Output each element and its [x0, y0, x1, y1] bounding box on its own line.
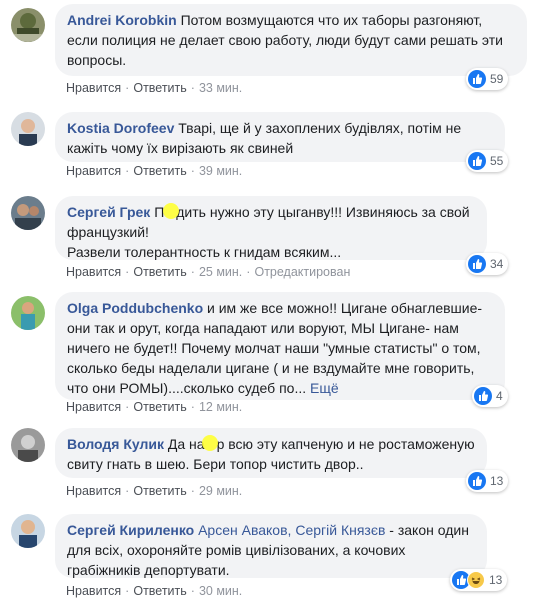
comment-bubble: Kostia Dorofeev Тварі, ще й у захоплених…: [55, 112, 505, 162]
reaction-count: 55: [490, 154, 504, 168]
comment-author[interactable]: Володя Кулик: [67, 436, 164, 452]
like-icon: [468, 255, 486, 273]
separator-dot: ·: [190, 484, 195, 498]
separator-dot: ·: [125, 584, 130, 598]
reaction-summary[interactable]: 59: [466, 68, 509, 90]
comment-actions: Нравится · Ответить · 30 мин.: [66, 584, 242, 598]
like-link[interactable]: Нравится: [66, 400, 121, 414]
like-link[interactable]: Нравится: [66, 484, 121, 498]
separator-dot: ·: [190, 584, 195, 598]
comment-bubble: Olga Poddubchenko и им же все можно!! Ци…: [55, 292, 505, 400]
comment-text-part: Да на: [167, 436, 205, 452]
avatar[interactable]: [11, 8, 45, 42]
like-link[interactable]: Нравится: [66, 584, 121, 598]
separator-dot: ·: [190, 400, 195, 414]
separator-dot: ·: [125, 400, 130, 414]
redaction-mark: [202, 435, 218, 451]
separator-dot: ·: [246, 265, 251, 279]
comment-author[interactable]: Andrei Korobkin: [67, 12, 177, 28]
like-link[interactable]: Нравится: [66, 164, 121, 178]
separator-dot: ·: [190, 81, 195, 95]
comment-actions: Нравится · Ответить · 39 мин.: [66, 164, 242, 178]
separator-dot: ·: [190, 164, 195, 178]
edited-label[interactable]: Отредактирован: [254, 265, 350, 279]
reply-link[interactable]: Ответить: [133, 265, 186, 279]
reaction-summary[interactable]: 4: [472, 385, 508, 407]
reaction-summary[interactable]: 55: [466, 150, 509, 172]
reaction-count: 13: [489, 573, 503, 587]
avatar[interactable]: [11, 514, 45, 548]
comment-actions: Нравится · Ответить · 33 мин.: [66, 81, 242, 95]
separator-dot: ·: [125, 265, 130, 279]
comment-bubble: Andrei Korobkin Потом возмущаются что их…: [55, 4, 527, 76]
comment-actions: Нравится · Ответить · 25 мин. · Отредактирован: [66, 265, 350, 279]
mention-link[interactable]: Сергій Князєв: [295, 522, 385, 538]
reaction-count: 59: [490, 72, 504, 86]
comment-time[interactable]: 30 мин.: [199, 584, 242, 598]
separator-dot: ·: [125, 81, 130, 95]
reaction-summary[interactable]: 34: [466, 253, 509, 275]
reaction-summary[interactable]: 13: [466, 470, 509, 492]
redaction-mark: [163, 203, 179, 219]
avatar[interactable]: [11, 296, 45, 330]
comment-bubble: Володя Кулик Да на р всю эту капченую и н…: [55, 428, 487, 478]
avatar[interactable]: [11, 112, 45, 146]
reply-link[interactable]: Ответить: [133, 400, 186, 414]
comment-time[interactable]: 29 мин.: [199, 484, 242, 498]
like-icon: [474, 387, 492, 405]
mention-link[interactable]: Арсен Аваков: [198, 522, 287, 538]
avatar[interactable]: [11, 428, 45, 462]
reaction-summary[interactable]: 13: [450, 569, 508, 591]
like-icon: [468, 152, 486, 170]
comment-author[interactable]: Olga Poddubchenko: [67, 300, 203, 316]
comment-time[interactable]: 33 мин.: [199, 81, 242, 95]
comment-author[interactable]: Kostia Dorofeev: [67, 120, 174, 136]
separator-dot: ·: [190, 265, 195, 279]
comment-author[interactable]: Сергей Грек: [67, 204, 150, 220]
reply-link[interactable]: Ответить: [133, 584, 186, 598]
separator-dot: ·: [125, 164, 130, 178]
comment-time[interactable]: 39 мин.: [199, 164, 242, 178]
reaction-count: 34: [490, 257, 504, 271]
reply-link[interactable]: Ответить: [133, 81, 186, 95]
comment-time[interactable]: 12 мин.: [199, 400, 242, 414]
comment-bubble: Сергей Грек Пдить нужно эту цыганву!!! И…: [55, 196, 487, 260]
see-more-link[interactable]: Ещё: [310, 380, 339, 396]
reply-link[interactable]: Ответить: [133, 164, 186, 178]
like-icon: [468, 70, 486, 88]
like-icon: [468, 472, 486, 490]
comment-actions: Нравится · Ответить · 29 мин.: [66, 484, 242, 498]
avatar[interactable]: [11, 196, 45, 230]
haha-icon: [467, 571, 485, 589]
comment-bubble: Сергей Кириленко Арсен Аваков, Сергій Кн…: [55, 514, 487, 578]
separator-dot: ·: [125, 484, 130, 498]
comment-actions: Нравится · Ответить · 12 мин.: [66, 400, 242, 414]
like-link[interactable]: Нравится: [66, 81, 121, 95]
like-link[interactable]: Нравится: [66, 265, 121, 279]
comment-time[interactable]: 25 мин.: [199, 265, 242, 279]
reaction-count: 13: [490, 474, 504, 488]
comment-text: Развели толерантность к гнидам всяким...: [67, 244, 342, 260]
comment-author[interactable]: Сергей Кириленко: [67, 522, 194, 538]
reaction-count: 4: [496, 389, 503, 403]
reply-link[interactable]: Ответить: [133, 484, 186, 498]
